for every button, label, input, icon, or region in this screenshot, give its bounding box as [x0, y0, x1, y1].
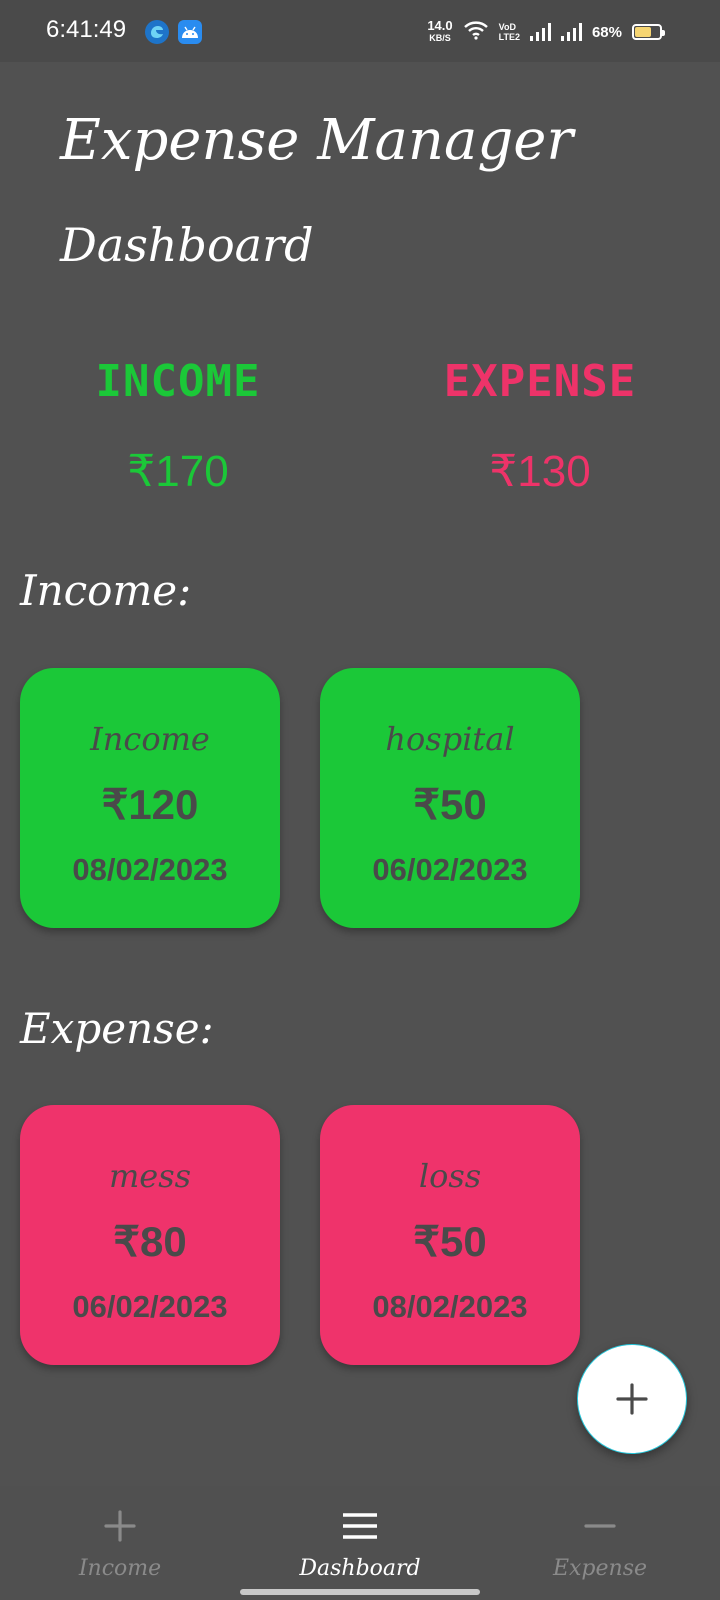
expense-card[interactable]: loss ₹50 08/02/2023 — [320, 1105, 580, 1365]
plus-icon — [616, 1383, 648, 1415]
status-time: 6:41:49 — [46, 16, 127, 43]
nav-label-income: Income — [78, 1556, 162, 1581]
plus-icon — [104, 1510, 136, 1542]
volte-bottom: LTE2 — [498, 32, 520, 42]
signal-1-icon — [529, 23, 551, 41]
signal-2-icon — [560, 23, 582, 41]
card-date: 08/02/2023 — [72, 852, 228, 887]
network-speed-unit: KB/S — [429, 33, 451, 43]
card-amount: ₹80 — [113, 1218, 187, 1265]
app-title: Expense Manager — [60, 108, 574, 173]
battery-icon — [632, 24, 665, 40]
expense-section-heading: Expense: — [20, 1004, 214, 1053]
volte-indicator: VoD LTE2 — [499, 22, 520, 42]
income-summary-label: INCOME — [95, 356, 261, 407]
card-amount: ₹120 — [101, 781, 199, 828]
status-bar: 6:41:49 14.0 KB/S VoD LTE2 68% — [0, 0, 720, 62]
network-speed: 14.0 KB/S — [427, 18, 453, 44]
nav-label-dashboard: Dashboard — [299, 1556, 421, 1581]
card-date: 06/02/2023 — [72, 1289, 228, 1324]
card-amount: ₹50 — [413, 781, 487, 828]
battery-percent: 68% — [591, 23, 622, 41]
card-name: mess — [108, 1157, 192, 1195]
card-name: loss — [418, 1157, 482, 1195]
menu-icon — [343, 1513, 377, 1539]
add-fab-button[interactable] — [577, 1344, 687, 1454]
income-total: ₹170 — [127, 447, 229, 496]
nav-item-expense[interactable]: Expense — [480, 1486, 720, 1600]
android-icon — [178, 20, 202, 44]
home-indicator[interactable] — [240, 1589, 480, 1595]
card-date: 08/02/2023 — [372, 1289, 528, 1324]
wifi-icon — [463, 20, 489, 44]
edge-browser-icon — [145, 20, 169, 44]
status-indicators: 14.0 KB/S VoD LTE2 68% — [427, 18, 665, 46]
network-speed-value: 14.0 — [427, 18, 453, 33]
card-name: Income — [90, 720, 210, 758]
expense-total: ₹130 — [489, 447, 591, 496]
minus-icon — [584, 1524, 616, 1528]
expense-summary-label: EXPENSE — [443, 356, 637, 407]
page-title: Dashboard — [60, 218, 314, 272]
nav-item-dashboard[interactable]: Dashboard — [240, 1486, 480, 1600]
nav-label-expense: Expense — [552, 1556, 648, 1581]
income-card[interactable]: hospital ₹50 06/02/2023 — [320, 668, 580, 928]
battery-fill — [635, 27, 651, 37]
card-amount: ₹50 — [413, 1218, 487, 1265]
income-card[interactable]: Income ₹120 08/02/2023 — [20, 668, 280, 928]
bottom-navigation: Income Dashboard Expense — [0, 1486, 720, 1600]
volte-top: VoD — [498, 22, 516, 32]
income-section-heading: Income: — [20, 566, 192, 615]
card-name: hospital — [385, 720, 515, 758]
card-date: 06/02/2023 — [372, 852, 528, 887]
expense-card[interactable]: mess ₹80 06/02/2023 — [20, 1105, 280, 1365]
nav-item-income[interactable]: Income — [0, 1486, 240, 1600]
